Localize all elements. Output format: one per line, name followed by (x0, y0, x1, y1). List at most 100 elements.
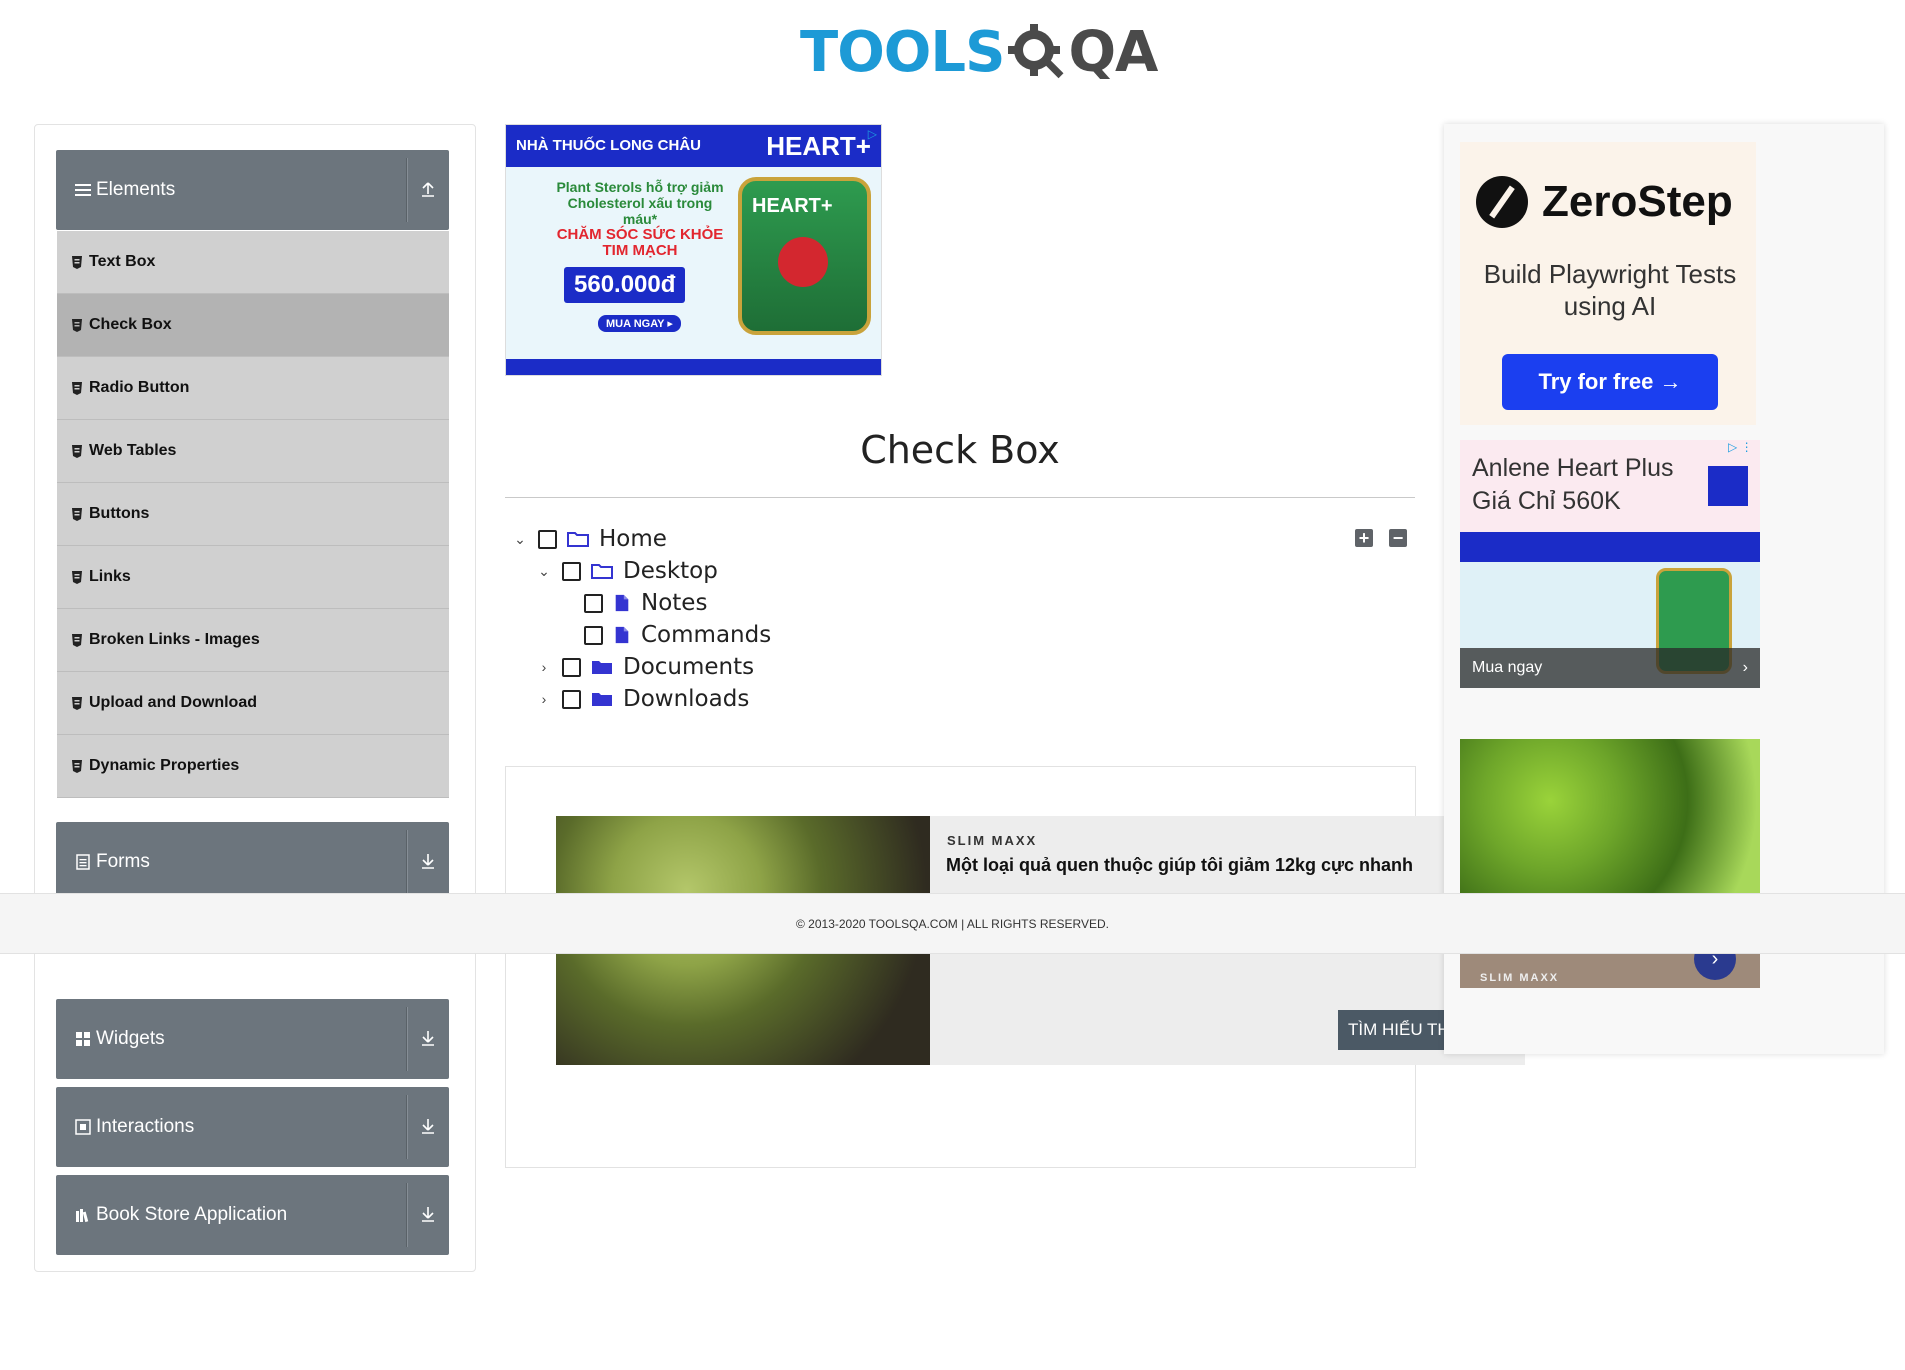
ad-line-1: Plant Sterols hỗ trợ giảm Cholesterol xấ… (556, 179, 724, 227)
tree-node-label[interactable]: Downloads (623, 686, 749, 712)
sidebar-item-upload-download[interactable]: Upload and Download (57, 672, 449, 735)
html-file-icon (72, 318, 82, 332)
sidebar-item-broken-links[interactable]: Broken Links - Images (57, 609, 449, 672)
expand-all-button[interactable]: + (1355, 529, 1373, 547)
tree-node-downloads[interactable]: › Downloads (536, 684, 750, 714)
html-file-icon (72, 381, 82, 395)
adchoices-icon[interactable]: ▷ (868, 127, 877, 141)
expand-down-icon[interactable] (417, 1027, 439, 1049)
checkbox[interactable] (562, 561, 581, 581)
sidebar-item-dynamic-properties[interactable]: Dynamic Properties (57, 735, 449, 798)
collapse-up-icon[interactable] (417, 178, 439, 200)
toolsqa-logo[interactable]: TOOLS QA (800, 14, 1158, 90)
collapse-all-button[interactable]: − (1389, 529, 1407, 547)
ad-headline[interactable]: Một loại quả quen thuộc giúp tôi giảm 12… (946, 855, 1413, 876)
checkbox[interactable] (584, 593, 603, 613)
top-advertisement[interactable]: NHÀ THUỐC LONG CHÂU HEART+ Plant Sterols… (505, 124, 882, 376)
sidebar-item-label: Buttons (89, 505, 150, 522)
zerostep-logo-icon (1476, 176, 1528, 228)
pharmacy-logo (1708, 466, 1748, 506)
sidebar-item-label: Upload and Download (89, 694, 257, 711)
mua-ngay-bar[interactable]: Mua ngay › (1460, 648, 1760, 688)
tree-node-notes[interactable]: Notes (574, 588, 707, 618)
folder-open-icon (567, 532, 589, 547)
sidebar-item-buttons[interactable]: Buttons (57, 483, 449, 546)
ad-footer-bar (506, 359, 881, 375)
title-divider (505, 497, 1415, 498)
heart-icon (778, 237, 828, 287)
checkbox[interactable] (562, 689, 581, 709)
sidebar-item-radio-button[interactable]: Radio Button (57, 357, 449, 420)
pharmacy-name: NHÀ THUỐC LONG CHÂU (516, 137, 701, 154)
folder-open-icon (591, 564, 613, 579)
tree-node-home[interactable]: ⌄ Home (512, 524, 667, 554)
divider (406, 830, 407, 894)
group-book-store[interactable]: Book Store Application (56, 1175, 449, 1255)
try-for-free-button[interactable]: Try for free → (1502, 354, 1718, 410)
sidebar-item-label: Web Tables (89, 442, 177, 459)
group-forms[interactable]: Forms (56, 822, 449, 902)
tree-node-label[interactable]: Commands (641, 622, 771, 648)
divider (406, 1183, 407, 1247)
html-file-icon (72, 507, 82, 521)
html-file-icon (72, 570, 82, 584)
sidebar-item-label: Radio Button (89, 379, 190, 396)
group-interactions[interactable]: Interactions (56, 1087, 449, 1167)
group-elements[interactable]: Elements (56, 150, 449, 230)
learn-more-button[interactable]: TÌM HIỂU TH (1338, 1010, 1454, 1050)
can-brand: HEART+ (752, 195, 833, 217)
tree-node-label[interactable]: Documents (623, 654, 754, 680)
tree-node-desktop[interactable]: ⌄ Desktop (536, 556, 718, 586)
slim-maxx-bottom-ad[interactable]: SLIM MAXX › (1460, 938, 1760, 988)
zerostep-subtitle: Build Playwright Tests using AI (1483, 259, 1737, 321)
sidebar-item-label: Check Box (89, 316, 172, 333)
ad-line-2: CHĂM SÓC SỨC KHỎE TIM MẠCH (556, 226, 724, 259)
checkbox[interactable] (538, 529, 557, 549)
gear-magnifier-icon (1008, 24, 1064, 79)
zerostep-name: ZeroStep (1542, 177, 1733, 226)
group-label: Book Store Application (96, 1204, 288, 1225)
tree-node-label[interactable]: Desktop (623, 558, 718, 584)
sidebar-item-label: Broken Links - Images (89, 631, 260, 648)
tree-node-label[interactable]: Notes (641, 590, 707, 616)
chevron-down-icon[interactable]: ⌄ (512, 531, 528, 547)
copyright-text: © 2013-2020 TOOLSQA.COM | ALL RIGHTS RES… (796, 916, 1109, 931)
ad-brand: SLIM MAXX (1480, 972, 1560, 984)
tree-node-commands[interactable]: Commands (574, 620, 771, 650)
form-icon (74, 853, 92, 871)
expand-down-icon[interactable] (417, 850, 439, 872)
chevron-right-icon: › (1742, 659, 1748, 676)
expand-down-icon[interactable] (417, 1203, 439, 1225)
folder-icon (592, 693, 612, 706)
sidebar-item-text-box[interactable]: Text Box (57, 231, 449, 294)
group-widgets[interactable]: Widgets (56, 999, 449, 1079)
widgets-icon (74, 1030, 92, 1048)
tree-node-documents[interactable]: › Documents (536, 652, 754, 682)
zerostep-logo: ZeroStep (1476, 176, 1733, 228)
ad-price: 560.000đ (564, 267, 686, 303)
menu-icon (74, 181, 92, 199)
sidebar-item-check-box[interactable]: Check Box (57, 294, 449, 357)
sidebar-item-links[interactable]: Links (57, 546, 449, 609)
checkbox[interactable] (584, 625, 603, 645)
html-file-icon (72, 255, 82, 269)
mua-ngay-label: Mua ngay (1472, 659, 1543, 676)
tree-node-label[interactable]: Home (599, 526, 667, 552)
heart-brand: HEART+ (766, 130, 871, 161)
chevron-right-icon[interactable]: › (536, 659, 552, 675)
divider (406, 158, 407, 222)
adchoices-icon[interactable]: ▷ ⋮ (1728, 440, 1753, 454)
ad-buy-button[interactable]: MUA NGAY ▸ (598, 315, 681, 332)
chevron-right-icon[interactable]: › (536, 691, 552, 707)
ad-banner: NHÀ THUỐC LONG CHÂU HEART+ (506, 125, 881, 167)
page-title: Check Box (860, 428, 1060, 472)
expand-down-icon[interactable] (417, 1115, 439, 1137)
product-can-image: HEART+ (738, 177, 871, 335)
green-vegetable-image[interactable] (1460, 739, 1760, 893)
checkbox[interactable] (562, 657, 581, 677)
chevron-down-icon[interactable]: ⌄ (536, 563, 552, 579)
sidebar-item-web-tables[interactable]: Web Tables (57, 420, 449, 483)
ad-body: Plant Sterols hỗ trợ giảm Cholesterol xấ… (506, 167, 881, 357)
ad-brand: SLIM MAXX (947, 833, 1038, 848)
file-icon (615, 594, 629, 612)
